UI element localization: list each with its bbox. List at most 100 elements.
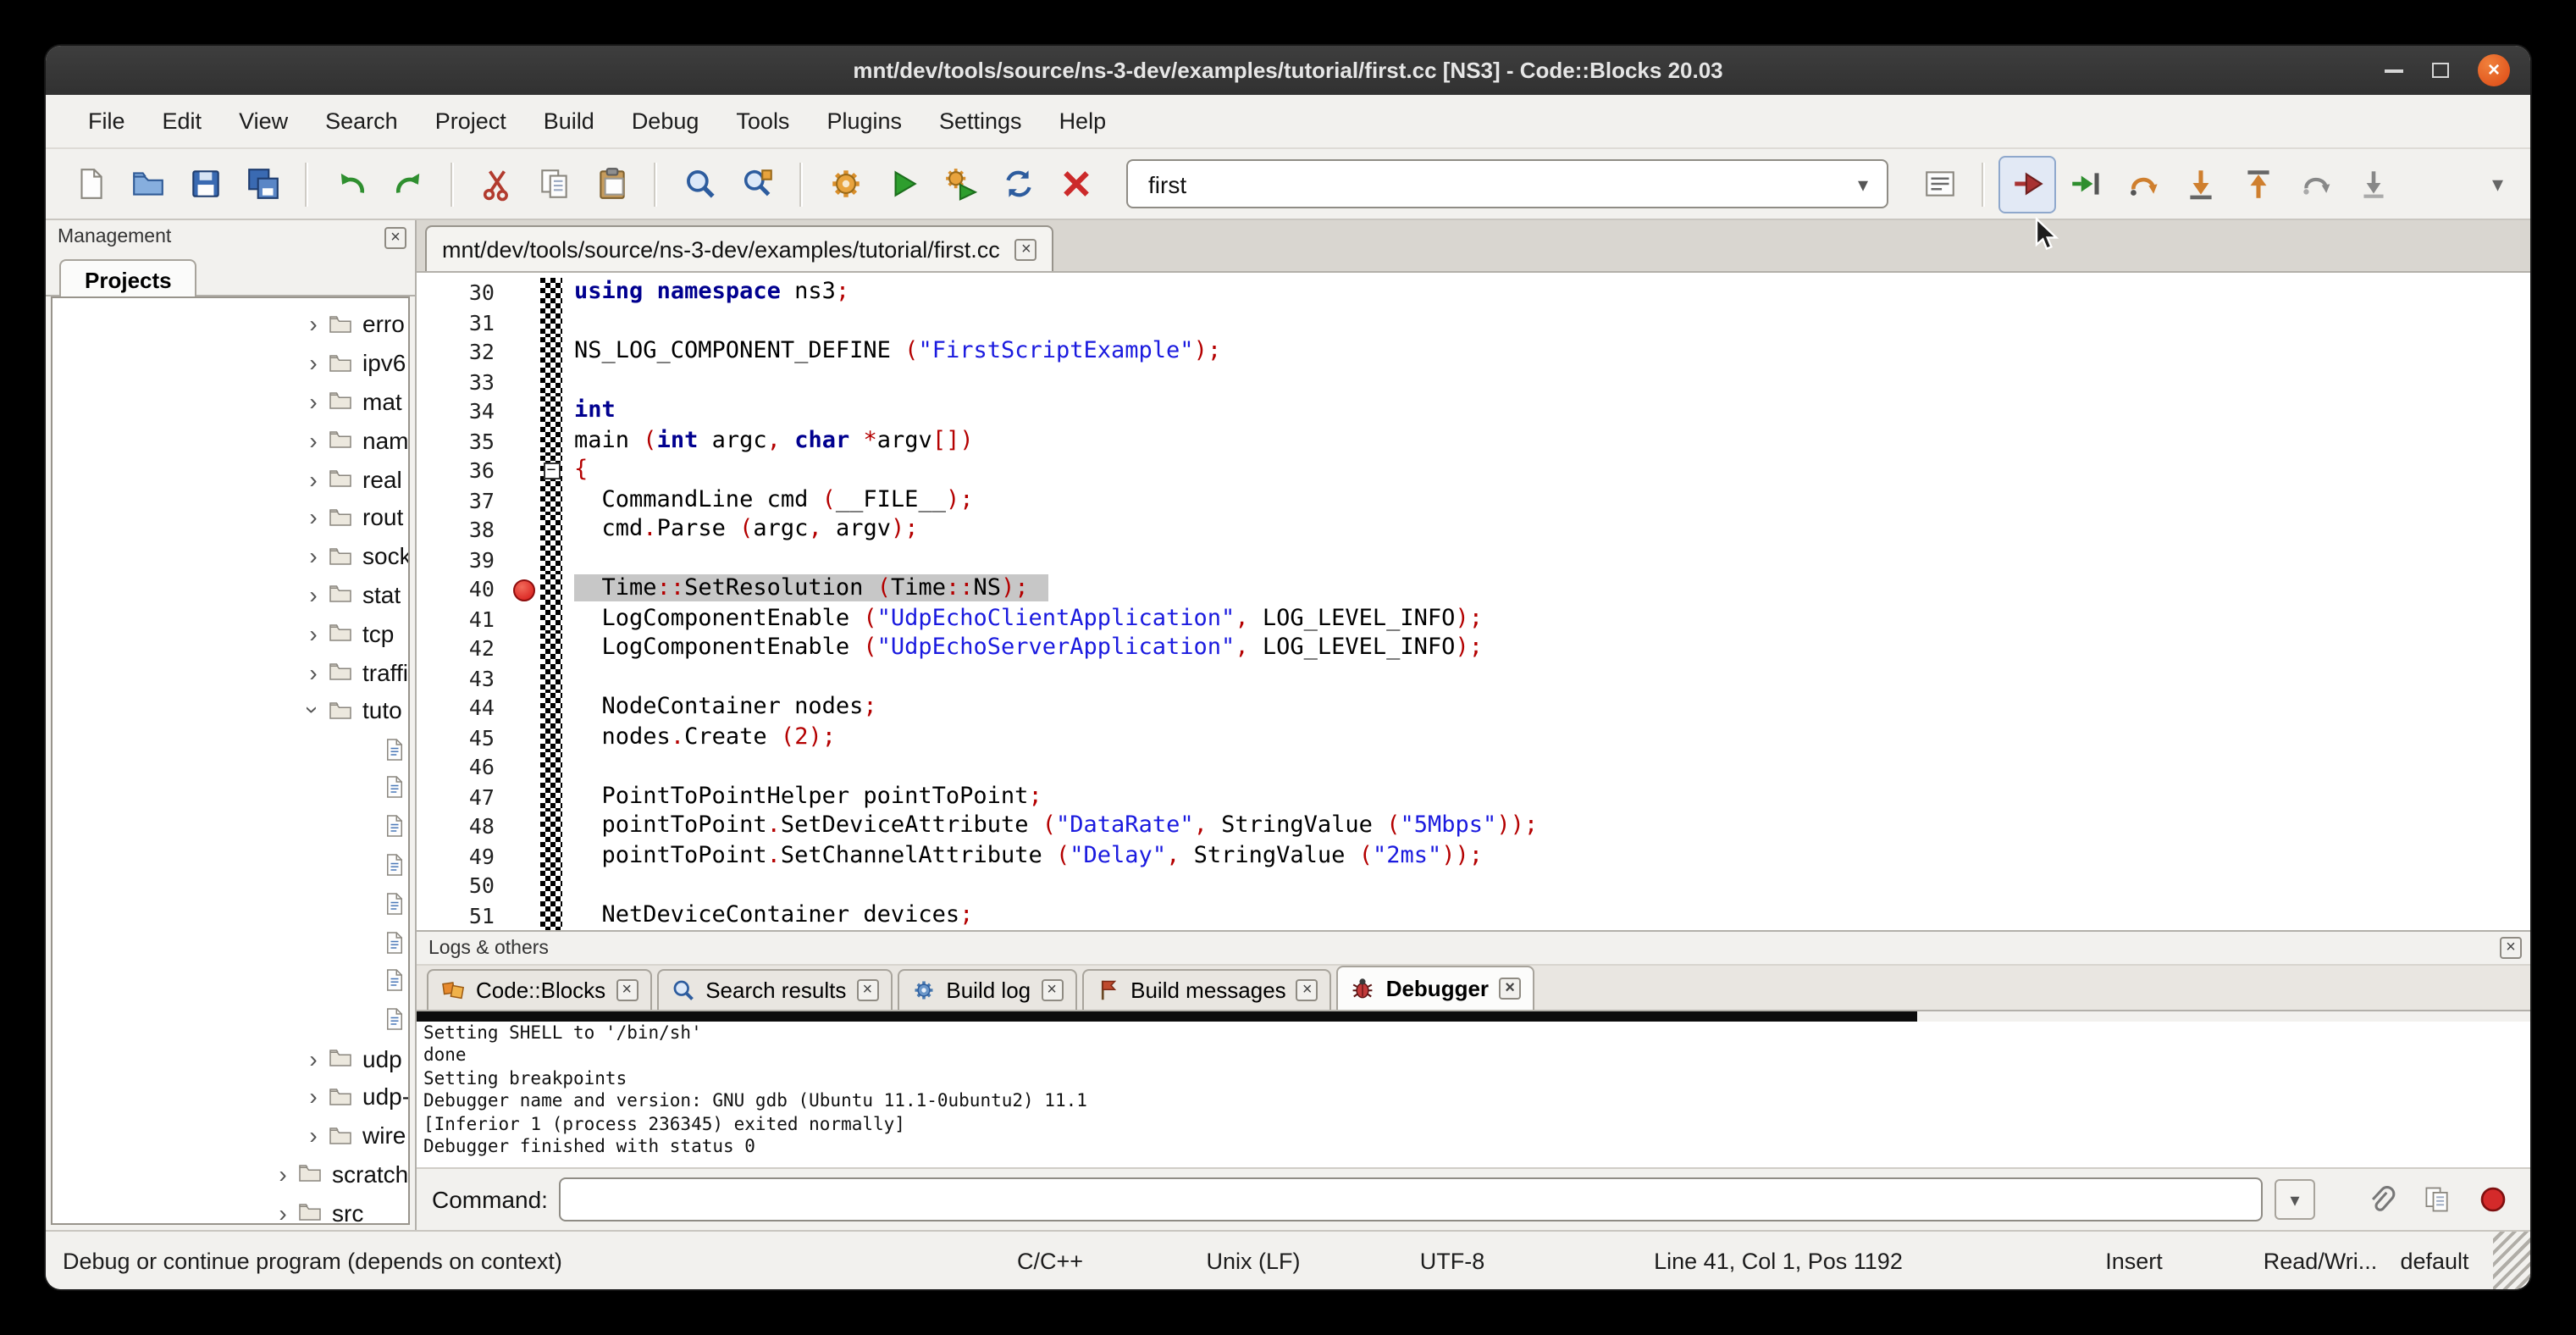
paste-button[interactable] <box>584 157 638 211</box>
cut-button[interactable] <box>469 157 523 211</box>
menu-item-view[interactable]: View <box>220 95 307 147</box>
toolbar-overflow-button[interactable]: ▾ <box>2482 170 2513 197</box>
close-icon[interactable]: × <box>616 979 638 1001</box>
tree-expander-icon[interactable]: › <box>300 544 327 568</box>
menu-item-search[interactable]: Search <box>307 95 417 147</box>
tree-expander-icon[interactable]: › <box>269 1200 296 1224</box>
tree-item-rout[interactable]: ›rout <box>53 498 408 537</box>
tree-item-udp[interactable]: ›udp <box>53 1039 408 1077</box>
next-instruction-button[interactable] <box>2288 157 2342 211</box>
tree-expander-icon[interactable]: › <box>300 351 327 374</box>
step-into-instruction-button[interactable] <box>2346 157 2400 211</box>
step-into-button[interactable] <box>2173 157 2227 211</box>
resize-grip[interactable] <box>2493 1232 2530 1289</box>
tree-expander-icon[interactable]: › <box>300 1085 327 1109</box>
redo-button[interactable] <box>381 157 435 211</box>
tree-item-se[interactable]: se <box>53 884 408 923</box>
next-line-button[interactable] <box>2115 157 2170 211</box>
tree-expander-icon[interactable]: › <box>300 506 327 529</box>
run-to-cursor-button[interactable] <box>2058 157 2112 211</box>
tree-item-six[interactable]: six <box>53 961 408 1000</box>
rebuild-button[interactable] <box>991 157 1045 211</box>
tree-item-fir[interactable]: fir <box>53 768 408 807</box>
build-button[interactable] <box>818 157 872 211</box>
command-input[interactable] <box>560 1177 2263 1221</box>
tree-expander-icon[interactable]: › <box>301 697 325 724</box>
tree-expander-icon[interactable]: › <box>300 622 327 645</box>
tree-expander-icon[interactable]: › <box>300 1046 327 1070</box>
step-out-button[interactable] <box>2231 157 2285 211</box>
undo-button[interactable] <box>323 157 378 211</box>
menu-item-project[interactable]: Project <box>417 95 525 147</box>
replace-button[interactable] <box>730 157 784 211</box>
menu-item-settings[interactable]: Settings <box>920 95 1041 147</box>
menu-item-help[interactable]: Help <box>1041 95 1125 147</box>
command-dropdown-button[interactable]: ▾ <box>2275 1179 2315 1220</box>
tree-item-nam[interactable]: ›nam <box>53 421 408 460</box>
build-and-run-button[interactable] <box>933 157 987 211</box>
menu-item-file[interactable]: File <box>69 95 144 147</box>
command-stop-button[interactable] <box>2471 1177 2515 1221</box>
tree-expander-icon[interactable]: › <box>300 467 327 490</box>
menu-item-edit[interactable]: Edit <box>144 95 221 147</box>
minimize-button[interactable] <box>2385 69 2403 72</box>
close-icon[interactable]: × <box>384 226 406 248</box>
run-button[interactable] <box>876 157 930 211</box>
search-combo[interactable]: ▾ <box>1126 159 1888 208</box>
open-button[interactable] <box>120 157 174 211</box>
tree-item-fo[interactable]: fo <box>53 807 408 846</box>
command-copy-button[interactable] <box>2415 1177 2459 1221</box>
tree-expander-icon[interactable]: › <box>300 429 327 452</box>
log-tab-build-log[interactable]: Build log× <box>897 969 1076 1010</box>
menu-item-build[interactable]: Build <box>525 95 613 147</box>
tree-item-mat[interactable]: ›mat <box>53 382 408 421</box>
tree-item-fif[interactable]: fif <box>53 730 408 769</box>
tree-item-he[interactable]: he <box>53 845 408 884</box>
copy-button[interactable] <box>527 157 581 211</box>
search-combo-input[interactable] <box>1145 169 1846 199</box>
project-tree[interactable]: ›erro›ipv6›mat›nam›real›rout›sock›stat›t… <box>51 296 410 1225</box>
menu-item-tools[interactable]: Tools <box>717 95 808 147</box>
tree-item-udp[interactable]: ›udp- <box>53 1077 408 1116</box>
tree-item-real[interactable]: ›real <box>53 459 408 498</box>
abort-build-button[interactable] <box>1048 157 1103 211</box>
breakpoint-marker[interactable] <box>513 579 535 601</box>
menu-item-plugins[interactable]: Plugins <box>808 95 920 147</box>
save-button[interactable] <box>178 157 232 211</box>
close-icon[interactable]: × <box>2500 937 2522 959</box>
maximize-button[interactable] <box>2432 63 2449 78</box>
tree-item-tuto[interactable]: ›tuto <box>53 691 408 730</box>
log-tab-code-blocks[interactable]: Code::Blocks× <box>427 969 651 1010</box>
tree-expander-icon[interactable]: › <box>300 390 327 413</box>
debug-continue-button[interactable] <box>2000 157 2054 211</box>
tree-item-scratch[interactable]: ›scratch <box>53 1155 408 1194</box>
editor-tab-first-cc[interactable]: mnt/dev/tools/source/ns-3-dev/examples/t… <box>425 225 1054 271</box>
code-editor[interactable]: 30using namespace ns3;3132NS_LOG_COMPONE… <box>417 273 2530 930</box>
log-tab-build-messages[interactable]: Build messages× <box>1081 969 1332 1010</box>
close-button[interactable]: × <box>2478 54 2510 86</box>
tab-projects[interactable]: Projects <box>59 259 197 298</box>
close-icon[interactable]: × <box>1296 979 1318 1001</box>
tree-item-traffi[interactable]: ›traffi <box>53 652 408 691</box>
menu-item-debug[interactable]: Debug <box>613 95 718 147</box>
tree-item-tcp[interactable]: ›tcp <box>53 614 408 653</box>
tree-expander-icon[interactable]: › <box>300 660 327 684</box>
tree-item-src[interactable]: ›src <box>53 1194 408 1225</box>
log-tab-debugger[interactable]: Debugger× <box>1337 966 1534 1010</box>
tree-item-stat[interactable]: ›stat <box>53 575 408 614</box>
tree-expander-icon[interactable]: › <box>269 1162 296 1186</box>
close-icon[interactable]: × <box>1499 978 1521 1000</box>
close-icon[interactable]: × <box>1015 238 1037 260</box>
close-icon[interactable]: × <box>1041 979 1063 1001</box>
log-tab-search-results[interactable]: Search results× <box>656 969 892 1010</box>
tree-item-erro[interactable]: ›erro <box>53 305 408 344</box>
tree-item-th[interactable]: th <box>53 1000 408 1039</box>
tree-item-wire[interactable]: ›wire <box>53 1116 408 1155</box>
tree-item-sock[interactable]: ›sock <box>53 537 408 576</box>
tree-item-se[interactable]: se <box>53 923 408 962</box>
close-icon[interactable]: × <box>856 979 878 1001</box>
save-all-button[interactable] <box>235 157 290 211</box>
new-file-button[interactable] <box>63 157 117 211</box>
command-attach-button[interactable] <box>2359 1177 2403 1221</box>
tree-expander-icon[interactable]: › <box>300 1123 327 1147</box>
